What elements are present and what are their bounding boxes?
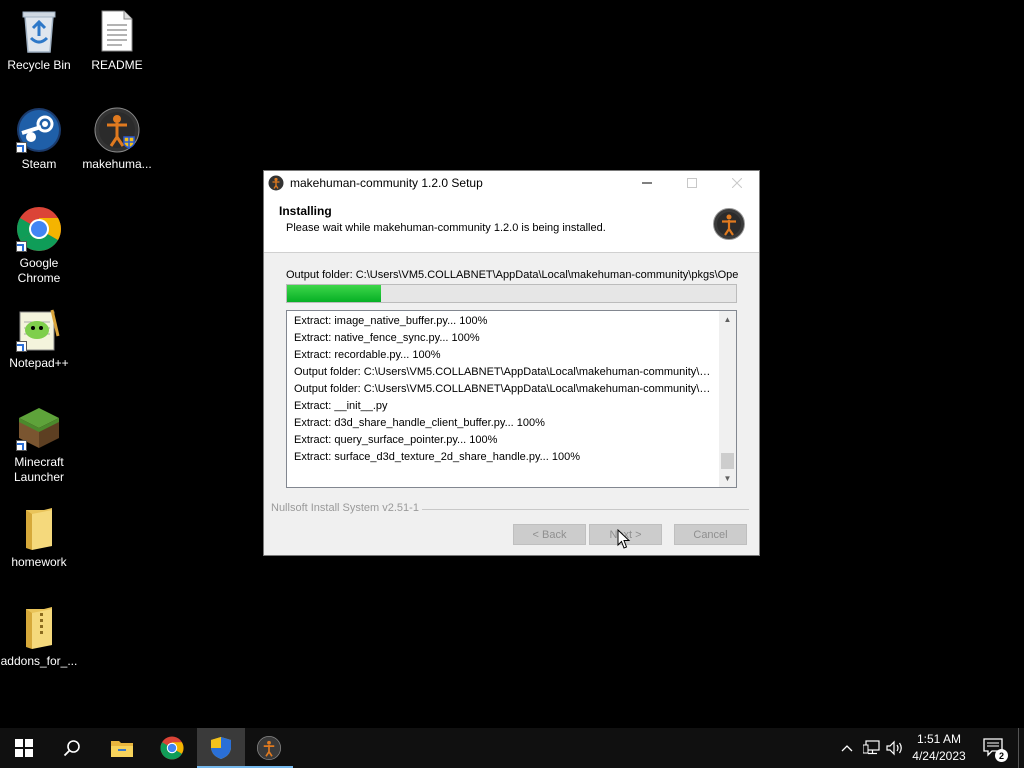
desktop-icon-homework[interactable]: homework (0, 505, 78, 570)
taskbar-file-explorer[interactable] (98, 728, 146, 768)
desktop-icon-label: Steam (21, 157, 57, 171)
volume-button[interactable] (885, 738, 905, 758)
minimize-button[interactable] (624, 171, 669, 195)
nsis-brand-label: Nullsoft Install System v2.51-1 (271, 502, 419, 514)
maximize-button (669, 171, 714, 195)
log-line: Extract: __init__.py (294, 400, 388, 412)
desktop-icon-label: Recycle Bin (7, 58, 71, 72)
progress-fill (287, 285, 382, 302)
system-clock[interactable]: 1:51 AM 4/24/2023 (906, 731, 972, 765)
output-folder-label: Output folder: C:\Users\VM5.COLLABNET\Ap… (286, 269, 738, 281)
clock-time: 1:51 AM (916, 732, 962, 746)
makehuman-logo-icon (713, 208, 745, 240)
mouse-cursor-icon (617, 529, 631, 549)
desktop: Recycle Bin README Steam makehuma... Goo… (0, 0, 1024, 728)
log-lines: Extract: image_native_buffer.py... 100% E… (294, 313, 714, 466)
page-subtitle: Please wait while makehuman-community 1.… (286, 222, 606, 234)
footer-divider (422, 509, 749, 510)
notepad-plus-plus-icon (16, 306, 62, 352)
title-bar[interactable]: makehuman-community 1.2.0 Setup (264, 171, 759, 195)
zip-folder-icon (16, 604, 62, 650)
makehuman-app-icon (268, 175, 284, 191)
maximize-icon (686, 178, 697, 188)
desktop-icon-makehuman[interactable]: makehuma... (78, 107, 156, 172)
log-line: Extract: query_surface_pointer.py... 100… (294, 434, 498, 446)
page-title: Installing (279, 204, 332, 218)
desktop-icon-label: Notepad++ (9, 356, 69, 370)
desktop-icon-label: Minecraft Launcher (13, 455, 65, 484)
chevron-up-icon (841, 745, 853, 752)
document-icon (94, 8, 140, 54)
chrome-icon (16, 206, 62, 252)
start-button[interactable] (0, 728, 48, 768)
network-icon (863, 740, 880, 755)
install-progress-bar (286, 284, 737, 303)
desktop-icon-label: addons_for_... (0, 654, 78, 668)
clock-date: 4/24/2023 (912, 749, 966, 763)
shortcut-arrow-icon (16, 440, 27, 451)
window-title: makehuman-community 1.2.0 Setup (290, 176, 483, 190)
scroll-thumb[interactable] (721, 453, 734, 469)
log-line: Extract: d3d_share_handle_client_buffer.… (294, 417, 545, 429)
uac-shield-icon (211, 737, 231, 759)
scroll-down-icon[interactable]: ▼ (719, 470, 736, 487)
scroll-up-icon[interactable]: ▲ (719, 311, 736, 328)
show-desktop-button[interactable] (1018, 728, 1024, 768)
start-icon (15, 739, 33, 757)
network-button[interactable] (862, 738, 882, 758)
shortcut-arrow-icon (16, 241, 27, 252)
recycle-bin-icon (16, 8, 62, 54)
log-line: Extract: image_native_buffer.py... 100% (294, 315, 488, 327)
speaker-icon (886, 740, 902, 756)
desktop-icon-addons[interactable]: addons_for_... (0, 604, 78, 669)
log-line: Extract: recordable.py... 100% (294, 349, 441, 361)
close-icon (731, 178, 742, 188)
taskbar-chrome[interactable] (148, 728, 196, 768)
makehuman-icon (257, 736, 281, 760)
wizard-header: Installing Please wait while makehuman-c… (264, 195, 759, 253)
file-explorer-icon (111, 741, 133, 757)
minecraft-icon (16, 405, 62, 451)
log-line: Output folder: C:\Users\VM5.COLLABNET\Ap… (294, 383, 714, 395)
desktop-icon-label: makehuma... (82, 157, 152, 171)
search-button[interactable] (48, 728, 96, 768)
folder-icon (16, 505, 62, 551)
notification-badge: 2 (995, 749, 1008, 762)
desktop-icon-notepadpp[interactable]: Notepad++ (0, 306, 78, 371)
taskbar-makehuman[interactable] (245, 728, 293, 768)
desktop-icon-label: README (91, 58, 143, 72)
log-line: Output folder: C:\Users\VM5.COLLABNET\Ap… (294, 366, 714, 378)
action-center-button[interactable]: 2 (980, 736, 1008, 762)
taskbar-uac[interactable] (197, 728, 245, 768)
install-log-list[interactable]: Extract: image_native_buffer.py... 100% E… (286, 310, 737, 488)
installer-dialog: makehuman-community 1.2.0 Setup Installi… (263, 170, 760, 556)
desktop-icon-recycle-bin[interactable]: Recycle Bin (0, 8, 78, 73)
log-line: Extract: surface_d3d_texture_2d_share_ha… (294, 451, 580, 463)
close-button (714, 171, 759, 195)
log-scrollbar[interactable]: ▲ ▼ (719, 311, 736, 487)
log-line: Extract: native_fence_sync.py... 100% (294, 332, 480, 344)
shortcut-arrow-icon (16, 341, 27, 352)
taskbar: 1:51 AM 4/24/2023 2 (0, 728, 1024, 768)
desktop-icon-label: homework (11, 555, 67, 569)
back-button: < Back (513, 524, 586, 545)
steam-icon (16, 107, 62, 153)
desktop-icon-readme[interactable]: README (78, 8, 156, 73)
makehuman-installer-icon (94, 107, 140, 153)
desktop-icon-label: Google Chrome (17, 256, 61, 285)
shortcut-arrow-icon (16, 142, 27, 153)
show-hidden-icons-button[interactable] (838, 738, 856, 758)
desktop-icon-chrome[interactable]: Google Chrome (0, 206, 78, 286)
desktop-icon-steam[interactable]: Steam (0, 107, 78, 172)
chrome-icon (160, 736, 184, 760)
minimize-icon (641, 182, 652, 184)
desktop-icon-minecraft[interactable]: Minecraft Launcher (0, 405, 78, 485)
search-icon (63, 740, 80, 757)
cancel-button: Cancel (674, 524, 747, 545)
